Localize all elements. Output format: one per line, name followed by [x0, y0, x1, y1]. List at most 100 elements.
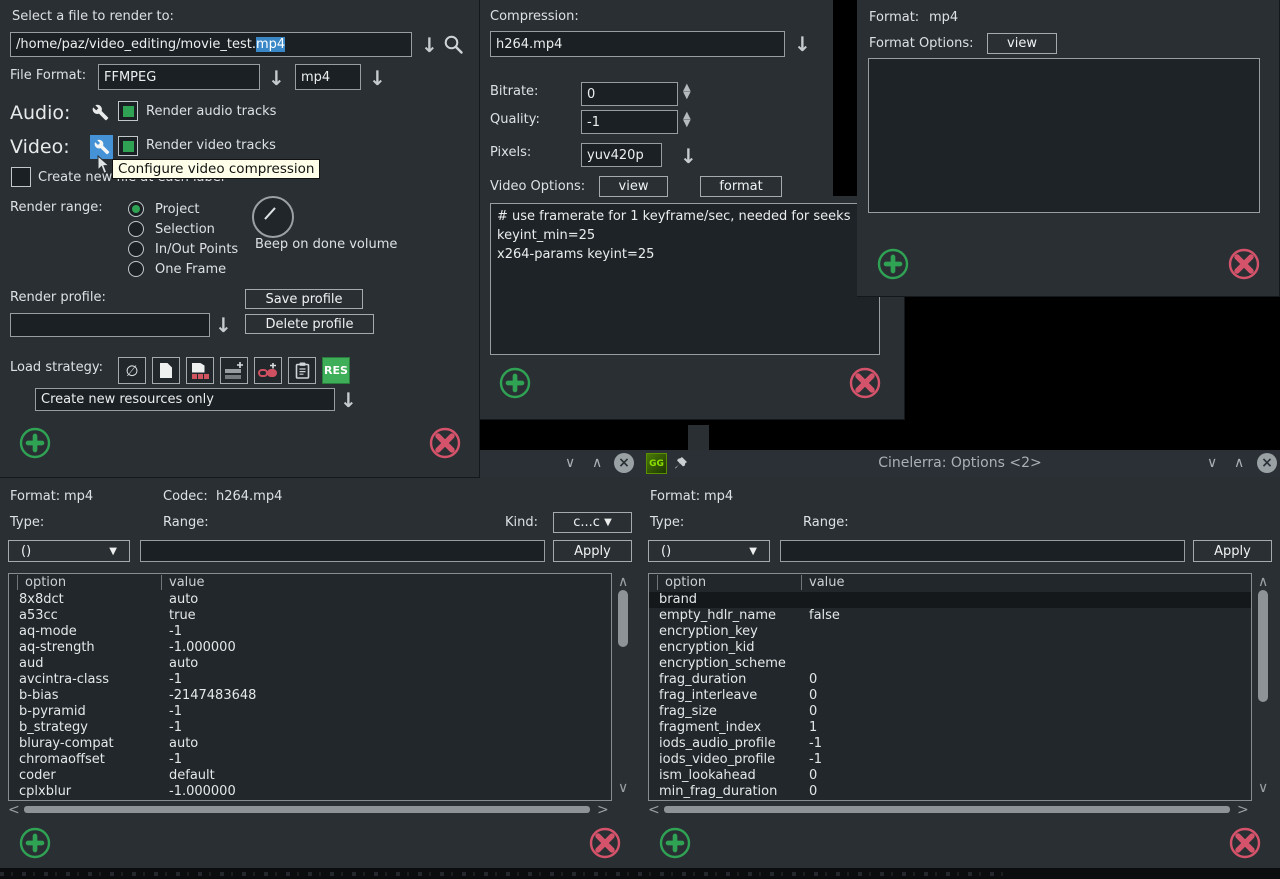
- view-button[interactable]: view: [987, 33, 1057, 54]
- save-profile-button[interactable]: Save profile: [245, 289, 363, 309]
- load-concatenate-button[interactable]: [254, 357, 282, 384]
- table-header[interactable]: option value: [649, 574, 1251, 592]
- format-button[interactable]: format: [700, 176, 782, 197]
- table-row[interactable]: a53cctrue: [9, 608, 611, 624]
- apply-button[interactable]: Apply: [1193, 540, 1272, 562]
- cancel-button[interactable]: [848, 366, 882, 400]
- range-input[interactable]: [140, 540, 545, 562]
- bitrate-spinner[interactable]: ▲▼: [683, 84, 691, 100]
- table-row[interactable]: bluray-compatauto: [9, 736, 611, 752]
- maximize-icon[interactable]: ∧: [1234, 455, 1244, 471]
- scroll-down-icon[interactable]: ∨: [618, 780, 628, 796]
- table-row[interactable]: avcintra-class-1: [9, 672, 611, 688]
- ok-button[interactable]: [876, 247, 910, 281]
- column-value[interactable]: value: [161, 575, 205, 590]
- column-option[interactable]: option: [17, 575, 66, 590]
- render-profile-input[interactable]: [10, 313, 210, 337]
- video-options-textarea[interactable]: # use framerate for 1 keyframe/sec, need…: [490, 203, 880, 355]
- load-strategy-dropdown-icon[interactable]: ↓: [340, 390, 357, 410]
- add-option-button[interactable]: [18, 826, 52, 860]
- close-icon[interactable]: ×: [614, 453, 634, 473]
- table-row[interactable]: iods_video_profile-1: [649, 752, 1251, 768]
- horizontal-scrollbar[interactable]: [664, 806, 1230, 813]
- render-audio-checkbox[interactable]: [118, 101, 138, 121]
- view-button[interactable]: view: [599, 176, 668, 197]
- table-row[interactable]: ism_lookahead0: [649, 768, 1251, 784]
- file-path-input[interactable]: /home/paz/video_editing/movie_test.mp4: [10, 32, 412, 57]
- table-header[interactable]: option value: [9, 574, 611, 592]
- audio-wrench-icon[interactable]: [92, 104, 109, 121]
- scroll-up-icon[interactable]: ∧: [618, 574, 628, 590]
- type-combo[interactable]: ()▼: [8, 540, 130, 562]
- table-row[interactable]: brand: [649, 592, 1251, 608]
- scroll-right-icon[interactable]: >: [1237, 802, 1249, 818]
- scroll-down-icon[interactable]: ∨: [1258, 780, 1268, 796]
- profile-dropdown-icon[interactable]: ↓: [215, 315, 232, 335]
- pixels-input[interactable]: yuv420p: [581, 143, 662, 167]
- codec-dropdown-icon[interactable]: ↓: [794, 34, 811, 54]
- table-row[interactable]: b-pyramid-1: [9, 704, 611, 720]
- path-history-icon[interactable]: ↓: [421, 35, 438, 55]
- beep-volume-knob[interactable]: [252, 196, 294, 238]
- radio-selection[interactable]: [128, 221, 144, 237]
- quality-input[interactable]: -1: [581, 110, 678, 134]
- options-table-right[interactable]: option value brandempty_hdlr_namefalseen…: [648, 573, 1252, 801]
- quality-spinner[interactable]: ▲▼: [683, 112, 691, 128]
- delete-profile-button[interactable]: Delete profile: [245, 314, 374, 334]
- minimize-icon[interactable]: ∨: [1207, 455, 1217, 471]
- type-combo[interactable]: ()▼: [648, 540, 770, 562]
- cancel-button[interactable]: [428, 426, 462, 460]
- close-options-button[interactable]: [588, 826, 622, 860]
- table-row[interactable]: empty_hdlr_namefalse: [649, 608, 1251, 624]
- titlebar-right[interactable]: GG Cinelerra: Options <2> ∨ ∧ ×: [640, 450, 1280, 477]
- range-input[interactable]: [780, 540, 1185, 562]
- maximize-icon[interactable]: ∧: [592, 455, 602, 471]
- render-video-checkbox[interactable]: [118, 136, 138, 156]
- radio-project[interactable]: [128, 201, 144, 217]
- table-row[interactable]: coderdefault: [9, 768, 611, 784]
- load-replace-button[interactable]: [186, 357, 214, 384]
- close-options-button[interactable]: [1228, 826, 1262, 860]
- codec-input[interactable]: h264.mp4: [490, 31, 785, 57]
- scroll-left-icon[interactable]: <: [648, 802, 660, 818]
- table-row[interactable]: iods_audio_profile-1: [649, 736, 1251, 752]
- table-row[interactable]: audauto: [9, 656, 611, 672]
- load-append-button[interactable]: [220, 357, 248, 384]
- column-value[interactable]: value: [801, 575, 845, 590]
- search-icon[interactable]: [443, 34, 464, 55]
- create-new-file-checkbox[interactable]: [11, 167, 31, 187]
- file-format-input[interactable]: FFMPEG: [98, 64, 260, 90]
- scroll-right-icon[interactable]: >: [597, 802, 609, 818]
- file-format-dropdown-icon[interactable]: ↓: [268, 68, 285, 88]
- cancel-button[interactable]: [1227, 247, 1261, 281]
- ok-button[interactable]: [498, 366, 532, 400]
- format-options-box[interactable]: [868, 58, 1260, 213]
- table-row[interactable]: frag_duration0: [649, 672, 1251, 688]
- table-row[interactable]: fragment_index1: [649, 720, 1251, 736]
- extension-dropdown-icon[interactable]: ↓: [369, 68, 386, 88]
- vertical-scrollbar[interactable]: [618, 590, 628, 647]
- table-row[interactable]: encryption_scheme: [649, 656, 1251, 672]
- radio-one-frame[interactable]: [128, 261, 144, 277]
- table-row[interactable]: min_frag_duration0: [649, 784, 1251, 800]
- table-row[interactable]: frag_size0: [649, 704, 1251, 720]
- extension-input[interactable]: mp4: [295, 64, 361, 90]
- vertical-scrollbar[interactable]: [1258, 590, 1268, 702]
- table-row[interactable]: b_strategy-1: [9, 720, 611, 736]
- load-resources-button[interactable]: RES: [322, 357, 350, 384]
- kind-dropdown[interactable]: c...c ▼: [553, 512, 632, 533]
- load-nothing-button[interactable]: ∅: [118, 357, 146, 384]
- table-row[interactable]: 8x8dctauto: [9, 592, 611, 608]
- add-option-button[interactable]: [658, 826, 692, 860]
- table-row[interactable]: encryption_key: [649, 624, 1251, 640]
- scroll-left-icon[interactable]: <: [8, 802, 20, 818]
- table-row[interactable]: aq-mode-1: [9, 624, 611, 640]
- column-option[interactable]: option: [657, 575, 706, 590]
- horizontal-scrollbar[interactable]: [24, 806, 590, 813]
- table-row[interactable]: frag_interleave0: [649, 688, 1251, 704]
- load-paste-button[interactable]: [288, 357, 316, 384]
- table-row[interactable]: encryption_kid: [649, 640, 1251, 656]
- close-icon[interactable]: ×: [1257, 453, 1277, 473]
- load-strategy-select[interactable]: Create new resources only: [35, 388, 335, 411]
- table-row[interactable]: cplxblur-1.000000: [9, 784, 611, 800]
